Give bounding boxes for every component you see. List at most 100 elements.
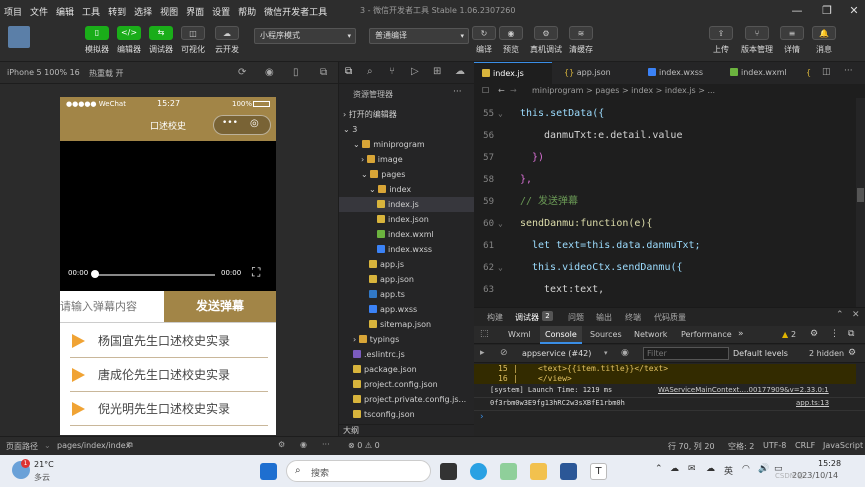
- log-source-link[interactable]: WAServiceMainContext.…00177909&v=2.33.0:…: [658, 386, 829, 394]
- language-mode[interactable]: JavaScript: [823, 441, 863, 450]
- files-icon[interactable]: ⧉: [345, 66, 352, 77]
- source-control-icon[interactable]: ⑂: [389, 66, 395, 77]
- task-view-icon[interactable]: [440, 463, 457, 480]
- send-danmu-button[interactable]: 发送弹幕: [164, 291, 276, 322]
- tab-build[interactable]: 构建: [487, 312, 503, 323]
- fold-icon[interactable]: ⌄: [498, 213, 503, 235]
- maximize-icon[interactable]: ❐: [818, 2, 836, 20]
- more-icon[interactable]: ···: [844, 66, 853, 76]
- taskbar-search[interactable]: ⌕ 搜索: [286, 460, 431, 482]
- breadcrumb-path[interactable]: miniprogram > pages > index > index.js >…: [532, 84, 715, 98]
- file-tree-item[interactable]: ⌄ miniprogram: [339, 137, 475, 152]
- device-select[interactable]: iPhone 5 100% 16: [7, 68, 80, 77]
- tab-performance[interactable]: Performance: [681, 330, 732, 339]
- extensions-icon[interactable]: ⊞: [433, 66, 441, 77]
- more-vertical-icon[interactable]: ⋮: [830, 329, 839, 339]
- gear-icon[interactable]: ⚙: [848, 348, 856, 358]
- mail-icon[interactable]: ✉: [688, 464, 696, 474]
- rotate-icon[interactable]: ⟳: [238, 67, 246, 78]
- chevron-up-icon[interactable]: ⌃: [655, 464, 663, 474]
- video-player[interactable]: 00:00 00:00 ⛶: [60, 141, 276, 291]
- clock-time[interactable]: 15:28: [818, 459, 841, 468]
- avatar[interactable]: [8, 26, 30, 48]
- popout-icon[interactable]: ⧉: [320, 67, 327, 78]
- file-tree-item[interactable]: project.private.config.js...: [339, 392, 475, 407]
- more-icon[interactable]: ···: [322, 440, 330, 449]
- compile-select[interactable]: 普通编译 ▾: [369, 28, 469, 44]
- code-line[interactable]: 61 let text=this.data.danmuTxt;: [474, 235, 865, 257]
- typora-icon[interactable]: T: [590, 463, 607, 480]
- list-item[interactable]: 杨国宜先生口述校史实录: [60, 324, 276, 358]
- danmu-input[interactable]: [60, 291, 164, 322]
- visual-button[interactable]: ◫ 可视化: [175, 26, 211, 55]
- code-line[interactable]: 60 sendDanmu:function(e){⌄: [474, 213, 865, 235]
- clear-cache-button[interactable]: ≋ 清缓存: [563, 26, 599, 55]
- video-progress-thumb[interactable]: [91, 270, 99, 278]
- file-tree-item[interactable]: index.json: [339, 212, 475, 227]
- open-editors-header[interactable]: › 打开的编辑器: [339, 107, 475, 122]
- cloud-icon[interactable]: ☁: [706, 464, 715, 474]
- close-icon[interactable]: ✕: [845, 2, 863, 20]
- menu-item-goto[interactable]: 转到: [104, 5, 130, 18]
- dock-icon[interactable]: ⧉: [848, 329, 854, 339]
- file-tree-item[interactable]: index.wxss: [339, 242, 475, 257]
- editor-button[interactable]: </> 编辑器: [111, 26, 147, 55]
- menu-item-view[interactable]: 视图: [156, 5, 182, 18]
- tab-index-wxss[interactable]: index.wxss: [640, 62, 720, 84]
- cloud-icon[interactable]: ☁: [455, 66, 465, 77]
- indentation[interactable]: 空格: 2: [728, 441, 754, 452]
- code-line[interactable]: 56 danmuTxt:e.detail.value: [474, 125, 865, 147]
- chevron-down-icon[interactable]: ▾: [604, 349, 608, 357]
- fullscreen-icon[interactable]: ⛶: [252, 265, 260, 280]
- outline-section[interactable]: 大纲: [339, 424, 475, 436]
- more-icon[interactable]: ···: [453, 87, 462, 97]
- tab-output[interactable]: 输出: [596, 312, 612, 323]
- tab-sources[interactable]: Sources: [590, 330, 622, 339]
- file-tree-item[interactable]: index.js: [339, 197, 475, 212]
- code-line[interactable]: 55 this.setData({⌄: [474, 103, 865, 125]
- log-source-link[interactable]: app.ts:13: [796, 399, 829, 407]
- messages-button[interactable]: 🔔 消息: [806, 26, 842, 55]
- clear-console-icon[interactable]: ⊘: [500, 348, 508, 358]
- mode-select[interactable]: 小程序模式 ▾: [254, 28, 356, 44]
- minimize-icon[interactable]: —: [788, 2, 806, 20]
- file-tree-item[interactable]: sitemap.json: [339, 317, 475, 332]
- cloud-icon[interactable]: ☁: [670, 464, 679, 474]
- more-icon[interactable]: •••: [222, 118, 238, 128]
- version-button[interactable]: ⑂ 版本管理: [739, 26, 775, 55]
- wifi-icon[interactable]: ◠: [742, 464, 750, 474]
- bookmark-icon[interactable]: ☐: [482, 84, 489, 98]
- context-select[interactable]: appservice (#42): [522, 349, 591, 358]
- menu-item-file[interactable]: 文件: [26, 5, 52, 18]
- video-progress-track[interactable]: [93, 274, 215, 276]
- back-icon[interactable]: ←: [498, 84, 505, 98]
- settings-icon[interactable]: ⚙: [278, 440, 285, 449]
- file-tree-item[interactable]: .eslintrc.js: [339, 347, 475, 362]
- chevron-up-icon[interactable]: ⌃: [836, 310, 844, 320]
- simulator-button[interactable]: ▯ 模拟器: [79, 26, 115, 55]
- tab-code-quality[interactable]: 代码质量: [654, 312, 686, 323]
- debugger-button[interactable]: ⇆ 调试器: [143, 26, 179, 55]
- hotreload-toggle[interactable]: 热重载 开: [89, 68, 124, 79]
- capsule-menu[interactable]: ••• ◎: [213, 115, 271, 135]
- file-tree-item[interactable]: tsconfig.json: [339, 407, 475, 422]
- forward-icon[interactable]: →: [510, 84, 517, 98]
- eye-icon[interactable]: ◉: [300, 440, 307, 449]
- preview-button[interactable]: ◉ 预览: [493, 26, 529, 55]
- menu-item-interface[interactable]: 界面: [182, 5, 208, 18]
- filter-input[interactable]: [643, 347, 729, 360]
- file-tree-item[interactable]: package.json: [339, 362, 475, 377]
- tab-debugger[interactable]: 调试器: [515, 312, 539, 323]
- folder-icon[interactable]: [530, 463, 547, 480]
- error-count[interactable]: ⊗ 0 ⚠ 0: [348, 441, 380, 450]
- tab-console[interactable]: Console: [540, 326, 582, 344]
- file-tree-item[interactable]: ⌄ index: [339, 182, 475, 197]
- eye-icon[interactable]: ◉: [621, 348, 629, 358]
- file-tree-item[interactable]: › typings: [339, 332, 475, 347]
- details-button[interactable]: ≡ 详情: [774, 26, 810, 55]
- file-tree-item[interactable]: app.wxss: [339, 302, 475, 317]
- close-circle-icon[interactable]: ◎: [250, 118, 259, 129]
- warning-icon[interactable]: ▲: [782, 330, 788, 339]
- tab-index-js[interactable]: index.js: [474, 62, 552, 84]
- sidebar-icon[interactable]: ▸: [480, 348, 485, 358]
